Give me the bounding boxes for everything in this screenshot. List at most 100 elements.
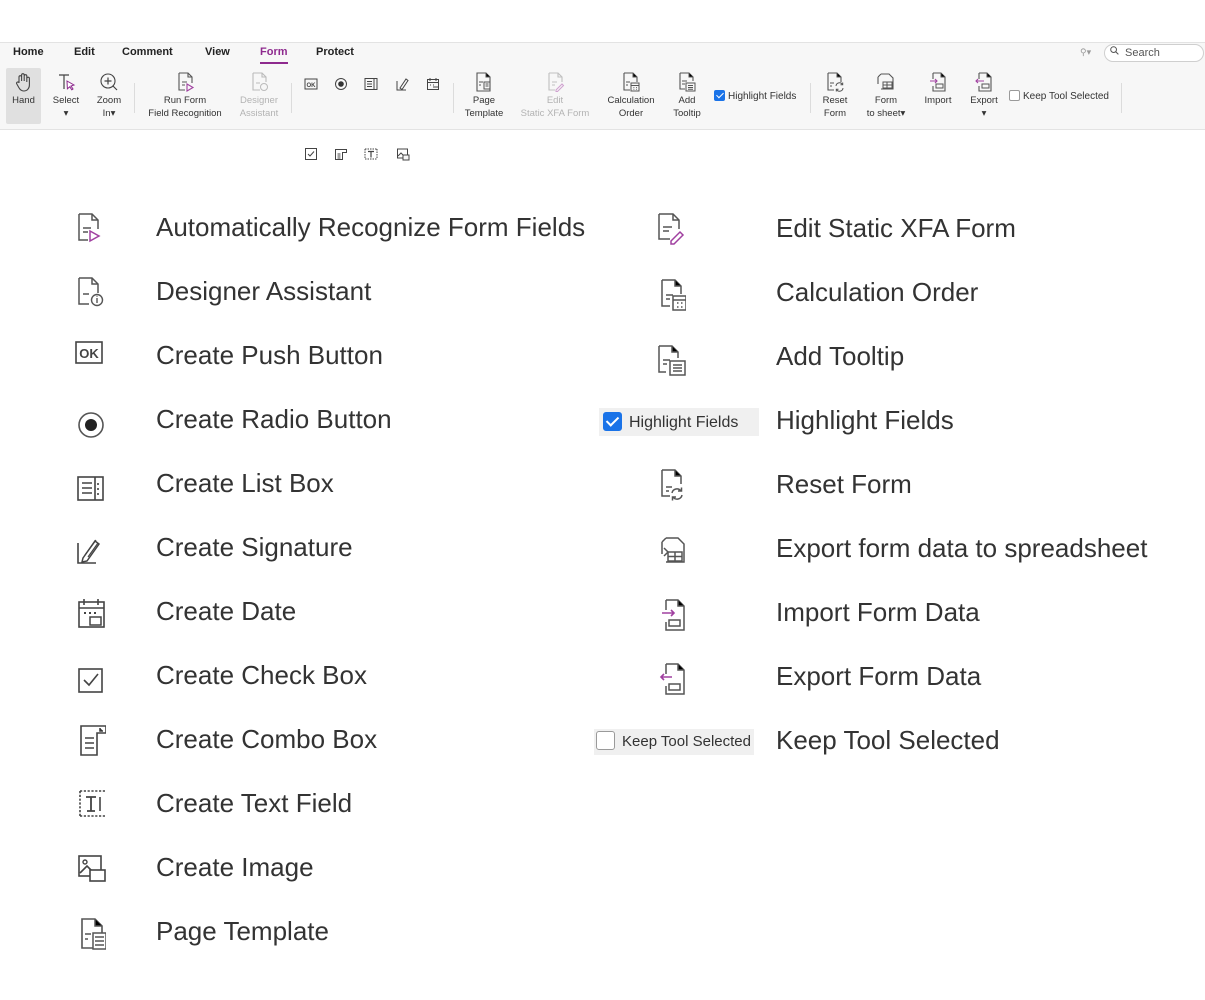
keep-tool-selected-checkbox[interactable]: Keep Tool Selected <box>1009 90 1109 102</box>
hand-tool-button[interactable]: Hand <box>6 71 41 107</box>
hand-label: Hand <box>12 95 35 106</box>
edit-label: Edit <box>546 95 564 106</box>
legend-label: Create Date <box>156 596 297 626</box>
legend-label: Create Push Button <box>156 340 383 370</box>
export-button[interactable]: Export ▾ <box>964 71 1004 120</box>
assistant-label: Assistant <box>239 108 279 119</box>
text-field-icon <box>79 790 106 817</box>
legend-label: Import Form Data <box>776 597 980 627</box>
svg-text:OK: OK <box>79 346 99 361</box>
export-label: Export <box>970 95 998 106</box>
template-label: Template <box>464 108 504 119</box>
calculation-order-icon <box>623 72 640 92</box>
edit-xfa-icon <box>658 213 685 245</box>
ribbon-separator <box>810 83 811 113</box>
signature-icon <box>77 539 101 564</box>
ribbon: Home Edit Comment View Form Protect ⚲▾ S… <box>0 42 1205 161</box>
combo-box-icon <box>80 725 106 756</box>
combo-box-icon[interactable] <box>334 147 348 161</box>
legend-label: Reset Form <box>776 469 912 499</box>
legend-label: Highlight Fields <box>776 405 954 435</box>
page-template-button[interactable]: Page Template <box>459 71 509 120</box>
date-icon[interactable] <box>426 77 440 91</box>
form-to-sheet-icon <box>661 537 685 563</box>
highlight-fields-check[interactable] <box>714 90 725 101</box>
date-icon <box>78 599 105 628</box>
search-box[interactable]: Search <box>1104 44 1204 62</box>
keep-tool-selected-checkbox-sample[interactable]: Keep Tool Selected <box>594 729 754 755</box>
export-form-icon <box>975 72 992 92</box>
form-label: Form <box>874 95 898 106</box>
signature-icon[interactable] <box>396 77 410 91</box>
legend-label: Add Tooltip <box>776 341 905 371</box>
legend-label: Create Radio Button <box>156 404 392 434</box>
legend-label: Create Text Field <box>156 788 353 818</box>
radio-button-icon[interactable] <box>334 77 348 91</box>
text-field-icon[interactable] <box>364 147 378 161</box>
highlight-fields-checkbox[interactable]: Highlight Fields <box>714 90 796 102</box>
reset-form-icon <box>827 72 844 92</box>
ribbon-separator <box>453 83 454 113</box>
to-sheet-label: to sheet▾ <box>866 108 906 119</box>
edit-static-xfa-form-button[interactable]: Edit Static XFA Form <box>516 71 594 120</box>
tab-comment[interactable]: Comment <box>122 46 173 58</box>
tab-view[interactable]: View <box>205 46 230 58</box>
add-tooltip-icon <box>679 72 696 92</box>
export-dropdown-icon[interactable]: ▾ <box>964 107 1004 120</box>
tab-home[interactable]: Home <box>13 46 44 58</box>
hand-icon <box>15 73 30 92</box>
push-button-icon: OK <box>75 341 103 364</box>
check-box-icon[interactable] <box>304 147 318 161</box>
tooltip-label: Tooltip <box>673 108 701 119</box>
image-icon <box>78 855 106 882</box>
tab-form[interactable]: Form <box>260 46 288 64</box>
legend-label: Create List Box <box>156 468 334 498</box>
ribbon-separator <box>291 83 292 113</box>
ribbon-separator <box>134 83 135 113</box>
highlight-fields-sample-label: Highlight Fields <box>629 414 739 431</box>
import-button[interactable]: Import <box>918 71 958 107</box>
reset-form-button[interactable]: Reset Form <box>815 71 855 120</box>
designer-assistant-icon <box>252 72 268 91</box>
keep-tool-check[interactable] <box>596 731 615 750</box>
run-form-recognition-icon <box>178 72 195 92</box>
list-box-icon[interactable] <box>364 77 378 91</box>
select-dropdown-icon[interactable]: ▾ <box>47 107 85 120</box>
reset-form-icon <box>661 469 683 501</box>
page-template-icon <box>81 918 106 950</box>
import-label: Import <box>924 95 952 106</box>
push-button-icon[interactable]: OK <box>304 77 318 91</box>
page-template-icon <box>476 72 491 92</box>
image-icon[interactable] <box>396 147 410 161</box>
svg-text:OK: OK <box>307 83 317 89</box>
title-bar-area <box>0 0 1205 42</box>
zoom-in-button[interactable]: Zoom In▾ <box>90 71 128 120</box>
form-label: Form <box>823 108 847 119</box>
search-placeholder: Search <box>1125 47 1160 59</box>
add-label: Add <box>678 95 696 106</box>
legend-label: Export form data to spreadsheet <box>776 533 1148 563</box>
legend-label: Keep Tool Selected <box>776 725 1000 755</box>
calculation-order-button[interactable]: Calculation Order <box>600 71 662 120</box>
form-to-sheet-button[interactable]: Form to sheet▾ <box>860 71 912 120</box>
add-tooltip-button[interactable]: Add Tooltip <box>666 71 708 120</box>
zoom-in-label: In▾ <box>102 108 116 119</box>
radio-button-icon <box>78 412 104 438</box>
order-label: Order <box>618 108 644 119</box>
run-form-field-recognition-button[interactable]: Run Form Field Recognition <box>142 71 228 120</box>
highlight-fields-check[interactable] <box>603 412 622 431</box>
reset-label: Reset <box>822 95 848 106</box>
legend-label: Automatically Recognize Form Fields <box>156 212 586 242</box>
tab-protect[interactable]: Protect <box>316 46 354 58</box>
calculation-order-icon <box>661 279 686 311</box>
form-to-sheet-icon <box>877 73 894 90</box>
search-options-icon[interactable]: ⚲▾ <box>1080 47 1100 59</box>
tab-edit[interactable]: Edit <box>74 46 95 58</box>
select-tool-button[interactable]: Select ▾ <box>47 71 85 120</box>
zoom-label: Zoom <box>96 95 122 106</box>
highlight-fields-checkbox-sample[interactable]: Highlight Fields <box>599 408 759 436</box>
keep-tool-check[interactable] <box>1009 90 1020 101</box>
legend-label: Create Combo Box <box>156 724 378 754</box>
designer-assistant-button[interactable]: Designer Assistant <box>234 71 284 120</box>
designer-assistant-icon <box>78 277 104 307</box>
